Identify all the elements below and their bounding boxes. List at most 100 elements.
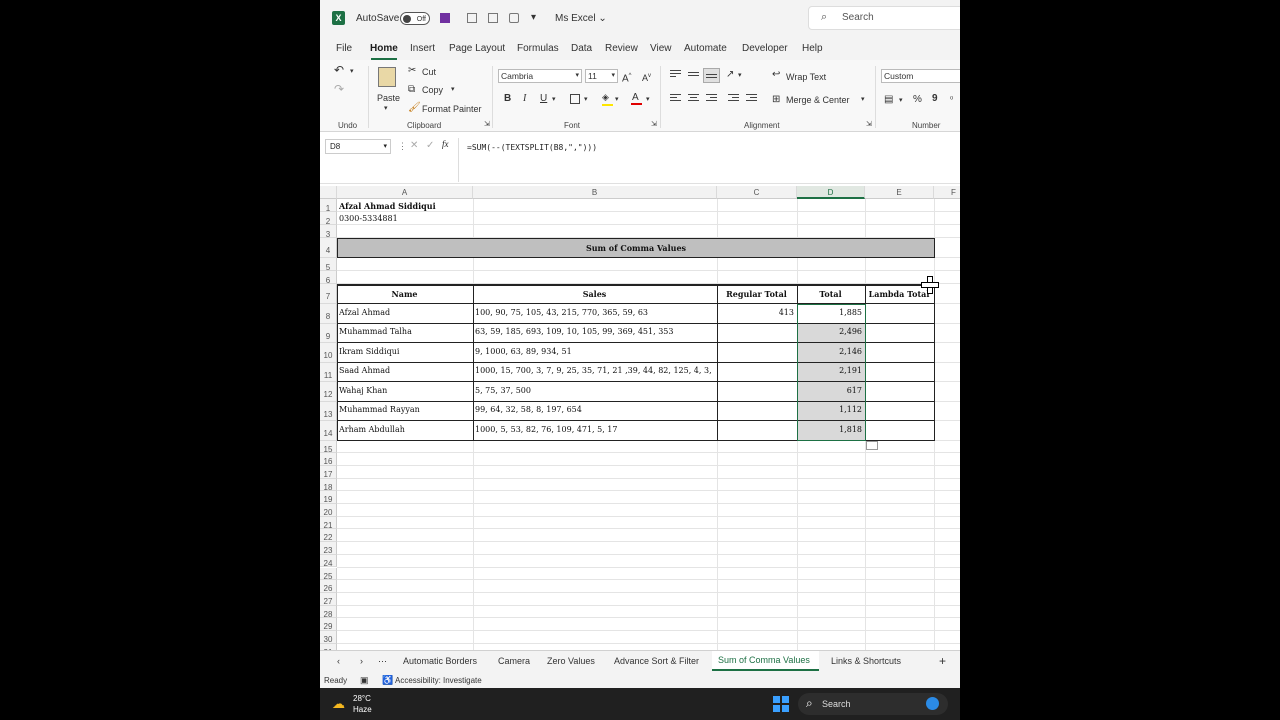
borders-dropdown-icon[interactable]: ▾: [584, 94, 588, 106]
name-cell[interactable]: Muhammad Rayyan: [339, 405, 470, 414]
total-cell[interactable]: 2,146: [799, 347, 862, 356]
row-header[interactable]: 27: [320, 592, 337, 606]
sales-cell[interactable]: 99, 64, 32, 58, 8, 197, 654: [475, 405, 714, 414]
row-header[interactable]: 9: [320, 323, 337, 343]
redo-icon[interactable]: ↷: [334, 83, 344, 95]
row-header[interactable]: 26: [320, 580, 337, 593]
row-header[interactable]: 14: [320, 421, 337, 441]
weather-icon[interactable]: ☁: [332, 696, 345, 712]
camera-icon[interactable]: [509, 13, 519, 23]
name-cell[interactable]: Muhammad Talha: [339, 327, 470, 336]
tab-developer[interactable]: Developer: [742, 43, 788, 54]
save-icon[interactable]: [440, 13, 450, 23]
tab-formulas[interactable]: Formulas: [517, 43, 559, 54]
font-name-select[interactable]: Cambria ▾: [498, 69, 582, 83]
sheet-tab-links-shortcuts[interactable]: Links & Shortcuts: [831, 656, 901, 666]
top-align-icon[interactable]: [670, 70, 681, 79]
macro-record-icon[interactable]: ▣: [360, 675, 369, 686]
more-options-icon[interactable]: ⋮: [398, 141, 407, 152]
font-color-icon[interactable]: A: [631, 92, 642, 105]
row-header[interactable]: 18: [320, 478, 337, 492]
cut-button[interactable]: Cut: [422, 67, 436, 77]
fill-color-icon[interactable]: ◈: [602, 92, 613, 106]
header-sales[interactable]: Sales: [475, 289, 714, 299]
print-preview-icon[interactable]: [488, 13, 498, 23]
author-name-cell[interactable]: Afzal Ahmad Siddiqui: [339, 201, 436, 211]
sheet-tab-advance-sort-filter[interactable]: Advance Sort & Filter: [614, 656, 699, 666]
select-all-corner[interactable]: [320, 186, 337, 199]
column-header-e[interactable]: E: [865, 186, 934, 199]
scroll-right-icon[interactable]: ›: [360, 656, 363, 666]
row-header[interactable]: 15: [320, 440, 337, 454]
tab-insert[interactable]: Insert: [410, 43, 435, 54]
taskbar-search[interactable]: ⌕ Search: [798, 693, 948, 715]
undo-icon[interactable]: ↶: [334, 64, 344, 76]
sales-cell[interactable]: 63, 59, 185, 693, 109, 10, 105, 99, 369,…: [475, 327, 714, 336]
sheet-tab-sum-of-comma-values[interactable]: Sum of Comma Values: [712, 651, 819, 671]
align-center-icon[interactable]: [688, 94, 699, 103]
header-total[interactable]: Total: [799, 289, 862, 299]
row-header[interactable]: 23: [320, 542, 337, 555]
merge-dropdown-icon[interactable]: ▾: [861, 95, 865, 103]
tab-home[interactable]: Home: [370, 43, 398, 54]
search-box[interactable]: ⌕ Search: [808, 6, 960, 30]
regular-total-cell[interactable]: 413: [719, 308, 794, 317]
row-header[interactable]: 22: [320, 529, 337, 542]
tab-help[interactable]: Help: [802, 43, 823, 54]
row-header[interactable]: 12: [320, 382, 337, 402]
cancel-icon[interactable]: ✕: [410, 140, 418, 151]
increase-font-icon[interactable]: A^: [622, 70, 632, 85]
row-header[interactable]: 28: [320, 605, 337, 619]
header-name[interactable]: Name: [339, 289, 470, 299]
format-painter-button[interactable]: Format Painter: [422, 104, 482, 114]
file-name[interactable]: Ms Excel ⌄: [555, 13, 607, 24]
row-header[interactable]: 1: [320, 199, 337, 213]
banner-merged-cell[interactable]: Sum of Comma Values: [337, 238, 935, 258]
name-cell[interactable]: Saad Ahmad: [339, 366, 470, 375]
more-sheets-icon[interactable]: ⋯: [378, 656, 387, 667]
sales-cell[interactable]: 1000, 15, 700, 3, 7, 9, 25, 35, 71, 21 ,…: [475, 366, 714, 375]
currency-dropdown-icon[interactable]: ▾: [899, 95, 903, 107]
tab-automate[interactable]: Automate: [684, 43, 727, 54]
underline-dropdown-icon[interactable]: ▾: [552, 94, 556, 106]
row-header[interactable]: 4: [320, 238, 337, 258]
row-header[interactable]: 11: [320, 362, 337, 382]
font-launcher-icon[interactable]: ⇲: [651, 120, 657, 128]
undo-dropdown-icon[interactable]: ▾: [350, 66, 354, 78]
formula-input[interactable]: =SUM(--(TEXTSPLIT(B8,","))): [458, 138, 958, 182]
row-header[interactable]: 6: [320, 271, 337, 285]
orientation-icon[interactable]: ↗: [726, 69, 734, 81]
bold-button[interactable]: B: [504, 93, 511, 105]
merge-center-button[interactable]: Merge & Center: [786, 95, 850, 105]
column-header-f[interactable]: F: [934, 186, 960, 199]
worksheet-grid[interactable]: A B C D E F 1 2 3 4 5 6 7 8 9 10 11 12 13 14 15 16 17 18 1…: [320, 186, 960, 650]
total-cell[interactable]: 2,496: [799, 327, 862, 336]
sales-cell[interactable]: 9, 1000, 63, 89, 934, 51: [475, 347, 714, 356]
percent-button[interactable]: %: [913, 94, 922, 106]
paste-button[interactable]: Paste: [377, 93, 400, 103]
header-regular-total[interactable]: Regular Total: [719, 289, 794, 299]
clipboard-launcher-icon[interactable]: ⇲: [484, 120, 490, 128]
paste-dropdown-icon[interactable]: ▾: [384, 104, 388, 112]
quick-analysis-icon[interactable]: [866, 441, 878, 450]
tab-data[interactable]: Data: [571, 43, 592, 54]
row-header[interactable]: 10: [320, 343, 337, 363]
name-box[interactable]: D8 ▾: [325, 139, 391, 154]
font-color-dropdown-icon[interactable]: ▾: [646, 94, 650, 106]
align-right-icon[interactable]: [706, 94, 717, 103]
alignment-launcher-icon[interactable]: ⇲: [866, 120, 872, 128]
fill-dropdown-icon[interactable]: ▾: [615, 94, 619, 106]
paste-icon[interactable]: [378, 67, 396, 87]
row-header[interactable]: 29: [320, 618, 337, 631]
tab-view[interactable]: View: [650, 43, 672, 54]
row-header[interactable]: 7: [320, 284, 337, 304]
align-left-icon[interactable]: [670, 94, 681, 103]
italic-button[interactable]: I: [523, 93, 526, 105]
sales-cell[interactable]: 5, 75, 37, 500: [475, 386, 714, 395]
sheet-tab-camera[interactable]: Camera: [498, 656, 530, 666]
row-header[interactable]: 5: [320, 258, 337, 272]
total-cell[interactable]: 1,885: [799, 308, 862, 317]
customize-qat-icon[interactable]: ▾: [531, 12, 536, 23]
comma-style-button[interactable]: 9: [932, 93, 938, 105]
form-icon[interactable]: [467, 13, 477, 23]
